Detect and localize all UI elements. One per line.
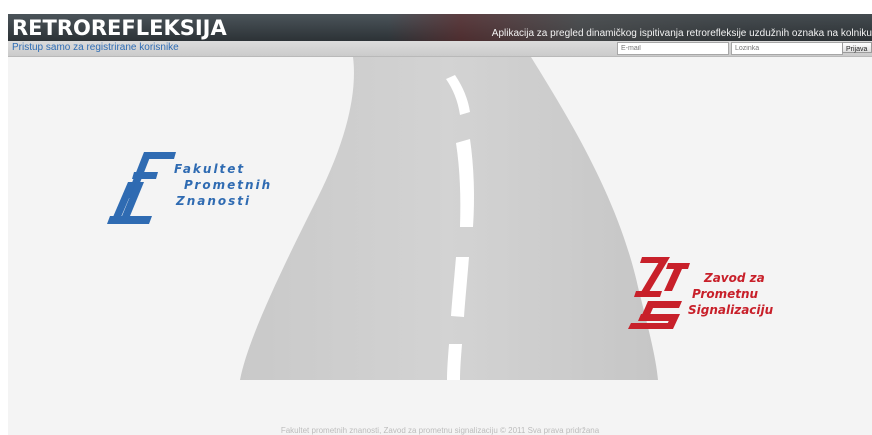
app-header: RETROREFLEKSIJA Aplikacija za pregled di…	[8, 14, 872, 41]
email-input[interactable]	[617, 42, 729, 55]
app-title: RETROREFLEKSIJA	[12, 16, 227, 40]
fpz-logo-icon	[107, 152, 176, 224]
zps-line-3: Signalizaciju	[688, 303, 774, 317]
fpz-logo-text: Fakultet Prometnih Znanosti	[174, 161, 272, 209]
page-frame: RETROREFLEKSIJA Aplikacija za pregled di…	[8, 14, 872, 435]
fpz-line-3: Znanosti	[176, 194, 252, 208]
password-input[interactable]	[731, 42, 843, 55]
login-bar: Pristup samo za registrirane korisnike P…	[8, 41, 872, 57]
app-tagline: Aplikacija za pregled dinamičkog ispitiv…	[491, 28, 872, 39]
fpz-line-2: Prometnih	[184, 178, 273, 192]
zps-logo-icon	[628, 257, 690, 329]
zps-logo-text: Zavod za Prometnu Signalizaciju	[688, 270, 773, 318]
login-button[interactable]: Prijava	[842, 42, 872, 53]
zps-line-2: Prometnu	[692, 287, 759, 301]
fpz-line-1: Fakultet	[174, 162, 246, 176]
zps-line-1: Zavod za	[704, 271, 765, 285]
road-surface	[240, 57, 658, 380]
access-note: Pristup samo za registrirane korisnike	[12, 42, 179, 53]
footer-copyright: Fakultet prometnih znanosti, Zavod za pr…	[280, 426, 600, 435]
road-stripe	[447, 344, 462, 380]
